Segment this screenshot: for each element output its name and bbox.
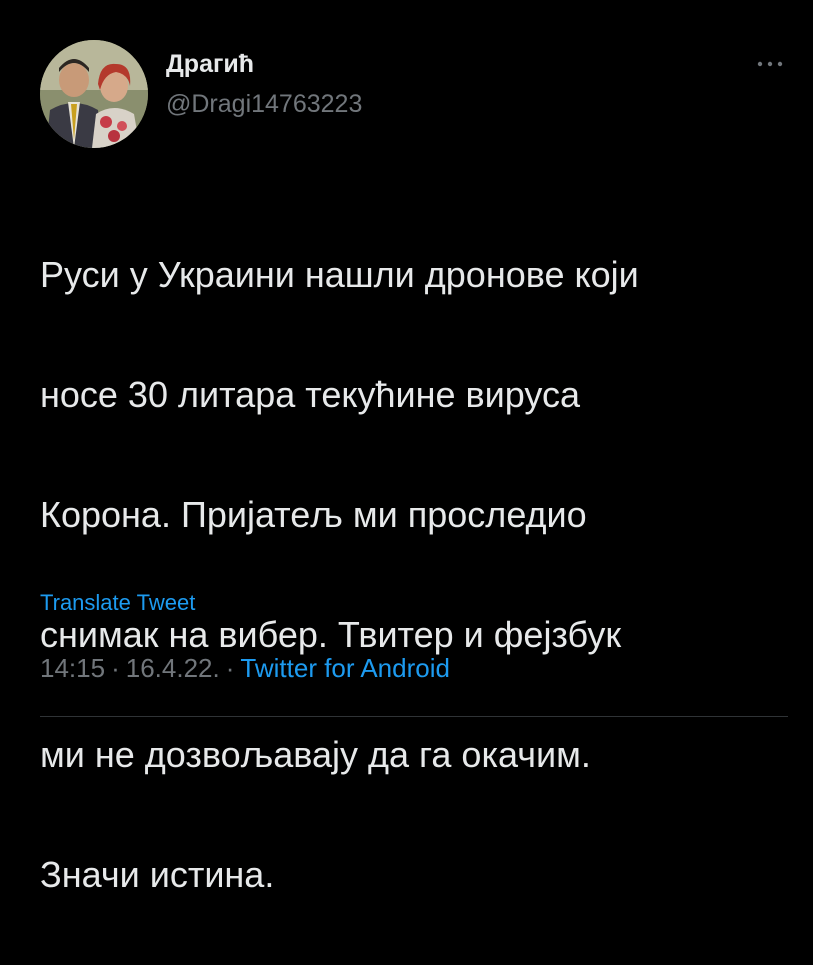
display-name[interactable]: Драгић <box>166 48 254 80</box>
meta-separator: · <box>225 653 235 683</box>
avatar-photo-icon <box>40 40 148 148</box>
tweet-text-line: Значи истина. <box>40 854 275 895</box>
tweet-source-link[interactable]: Twitter for Android <box>240 653 450 683</box>
tweet-text-line: ми не дозвољавају да га окачим. <box>40 734 591 775</box>
tweet-time[interactable]: 14:15 <box>40 653 105 683</box>
tweet-date[interactable]: 16.4.22. <box>126 653 220 683</box>
tweet-text-line: Руси у Украини нашли дронове који <box>40 254 639 295</box>
divider <box>40 716 788 717</box>
meta-separator: · <box>111 653 120 683</box>
translate-tweet-link[interactable]: Translate Tweet <box>40 588 195 618</box>
tweet-text-line: Корона. Пријатељ ми проследио <box>40 494 587 535</box>
more-horizontal-icon[interactable] <box>752 54 788 74</box>
tweet-card: Драгић @Dragi14763223 Руси у Украини наш… <box>0 0 813 895</box>
user-handle[interactable]: @Dragi14763223 <box>166 88 362 120</box>
tweet-text: Руси у Украини нашли дронове који носе 3… <box>40 185 780 965</box>
avatar[interactable] <box>40 40 148 148</box>
tweet-metadata: 14:15 · 16.4.22. · Twitter for Android <box>40 650 450 686</box>
tweet-text-line: носе 30 литара текућине вируса <box>40 374 580 415</box>
